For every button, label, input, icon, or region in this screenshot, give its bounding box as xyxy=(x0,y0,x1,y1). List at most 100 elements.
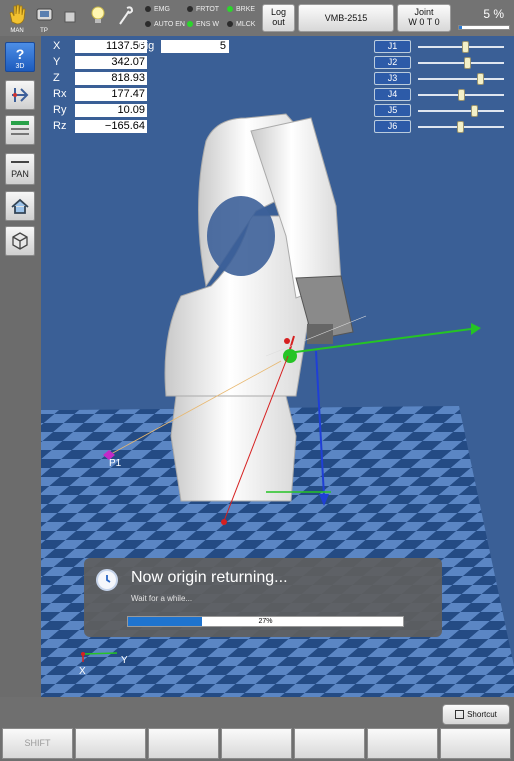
function-key-6[interactable] xyxy=(440,728,511,759)
function-key-5[interactable] xyxy=(367,728,438,759)
joint-row-j2: J2 xyxy=(374,56,508,70)
joint-row-j5: J5 xyxy=(374,104,508,118)
list-view-icon xyxy=(11,121,29,135)
view-3d-icon: ? xyxy=(16,46,25,62)
speed-bar-fill xyxy=(459,26,462,29)
lightbulb-icon xyxy=(91,6,105,23)
shortcut-label: Shortcut xyxy=(467,710,497,719)
function-key-bar: SHIFT xyxy=(0,728,514,761)
pointer-icon xyxy=(12,88,29,102)
origin-dot xyxy=(81,652,85,656)
teach-pendant-icon xyxy=(36,8,53,21)
status-auto-en-label: AUTO EN xyxy=(154,21,185,28)
joint-label-j4[interactable]: J4 xyxy=(374,88,411,101)
manual-mode-button[interactable]: MAN xyxy=(4,2,30,34)
status-mlck-label: MLCK xyxy=(236,21,256,28)
coord-row-x: X 1137.56 xyxy=(53,40,177,54)
home-view-button[interactable] xyxy=(5,191,35,221)
figure-value: 5 xyxy=(161,40,229,53)
point-p1-label: P1 xyxy=(109,458,122,469)
shortcut-button[interactable]: Shortcut xyxy=(442,704,510,725)
origin-x-label: X xyxy=(79,666,86,677)
status-mlck: MLCK xyxy=(227,21,255,28)
origin-return-dialog: Now origin returning... Wait for a while… xyxy=(84,558,442,637)
joint-slider-j1[interactable] xyxy=(462,41,470,53)
status-frtot-dot xyxy=(187,6,193,13)
pointer-button[interactable] xyxy=(5,80,35,110)
3d-viewport[interactable]: P1 Y X X 1137.56 Y 342.07 Z 818.93 Rx 177.47… xyxy=(41,36,514,697)
status-frtot-label: FRTOT xyxy=(196,6,220,13)
coord-row-ry: Ry 10.09 xyxy=(53,104,177,118)
status-mlck-dot xyxy=(227,21,233,28)
coord-row-rx: Rx 177.47 xyxy=(53,88,177,102)
view-3d-button[interactable]: ? 3D xyxy=(5,42,35,72)
progress-bar: 27% xyxy=(127,616,404,627)
teach-pendant-button[interactable]: TP xyxy=(31,2,57,34)
logout-label-line2: out xyxy=(272,17,285,27)
shortcut-icon xyxy=(455,710,465,720)
base-marker xyxy=(221,519,227,525)
view-3d-label: 3D xyxy=(15,63,25,70)
function-key-4[interactable] xyxy=(294,728,365,759)
robot-model-button[interactable]: VMB-2515 xyxy=(298,4,394,32)
manual-mode-label: MAN xyxy=(10,28,24,34)
status-ens-w: ENS W xyxy=(187,21,219,28)
coord-row-y: Y 342.07 xyxy=(53,56,177,70)
speed-override[interactable]: 5 % xyxy=(458,4,510,32)
joint-slider-j6[interactable] xyxy=(457,121,465,133)
progress-text: 27% xyxy=(258,618,273,625)
joint-label-j5[interactable]: J5 xyxy=(374,104,411,117)
origin-y-label: Y xyxy=(121,655,128,666)
dialog-subtitle: Wait for a while... xyxy=(131,594,193,603)
joint-label-j3[interactable]: J3 xyxy=(374,72,411,85)
function-key-3[interactable] xyxy=(221,728,292,759)
status-frtot: FRTOT xyxy=(187,6,219,13)
pan-label: PAN xyxy=(11,169,29,179)
figure-label: Fig xyxy=(139,40,155,52)
logout-button[interactable]: Log out xyxy=(262,4,295,32)
coord-key-rz: Rz xyxy=(53,120,67,132)
joint-track-j2 xyxy=(418,57,504,69)
joint-label-j6[interactable]: J6 xyxy=(374,120,411,133)
status-emg-label: EMG xyxy=(154,6,170,13)
progress-clock-icon xyxy=(96,569,118,591)
status-ens-w-dot xyxy=(187,21,193,28)
joint-mode-button[interactable]: Joint W 0 T 0 xyxy=(397,4,451,32)
joint-track-j1 xyxy=(418,41,504,53)
status-brke: BRKE xyxy=(227,6,255,13)
joint-slider-j4[interactable] xyxy=(458,89,465,101)
coord-value-x: 1137.56 xyxy=(75,40,147,53)
light-button[interactable] xyxy=(85,2,111,34)
function-key-2[interactable] xyxy=(148,728,219,759)
pan-button[interactable]: PAN xyxy=(5,153,35,185)
joint-slider-j5[interactable] xyxy=(470,105,478,117)
tool-button[interactable] xyxy=(112,2,138,34)
hand-icon xyxy=(9,4,26,25)
wrench-icon xyxy=(119,6,134,25)
joint-label-j2[interactable]: J2 xyxy=(374,56,411,69)
joint-track-j6 xyxy=(418,121,504,133)
left-toolbar: ? 3D PAN xyxy=(0,36,41,697)
origin-y-axis xyxy=(82,652,118,655)
joint-slider-j2[interactable] xyxy=(464,57,472,69)
stop-icon xyxy=(64,11,76,23)
shift-key[interactable]: SHIFT xyxy=(2,728,73,759)
status-auto-en: AUTO EN xyxy=(145,21,185,28)
joint-row-j6: J6 xyxy=(374,120,508,134)
joint-label-j1[interactable]: J1 xyxy=(374,40,411,53)
cube-view-button[interactable] xyxy=(5,226,35,256)
dialog-title: Now origin returning... xyxy=(131,569,288,586)
tcp-marker xyxy=(283,349,297,363)
joint-slider-j3[interactable] xyxy=(476,73,484,85)
joint-row-j1: J1 xyxy=(374,40,508,54)
home-icon xyxy=(11,198,29,214)
logout-label-line1: Log xyxy=(270,7,287,17)
coord-row-z: Z 818.93 xyxy=(53,72,177,86)
coord-key-x: X xyxy=(53,40,61,52)
list-view-button[interactable] xyxy=(5,115,35,145)
stop-button[interactable] xyxy=(57,2,83,34)
coord-key-z: Z xyxy=(53,72,60,84)
function-key-1[interactable] xyxy=(75,728,146,759)
status-auto-en-dot xyxy=(145,21,151,28)
status-ens-w-label: ENS W xyxy=(196,21,219,28)
